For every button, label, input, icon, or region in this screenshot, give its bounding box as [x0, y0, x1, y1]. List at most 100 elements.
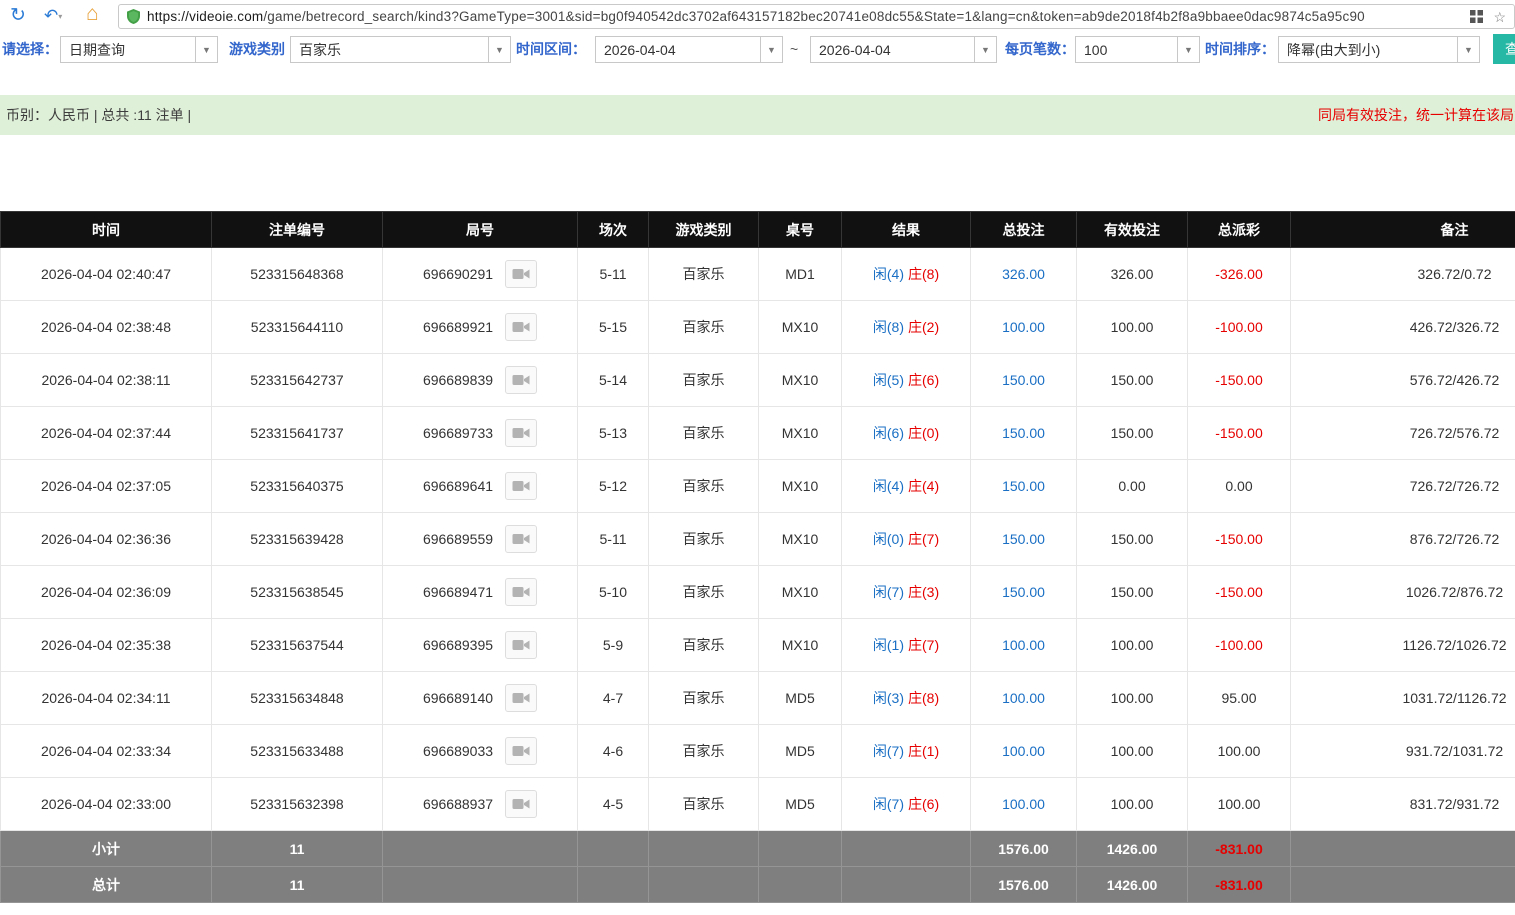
cell-round: 696689033 — [382, 724, 578, 778]
cell-total-bet: 326.00 — [970, 247, 1077, 301]
cell-total-bet: 150.00 — [970, 459, 1077, 513]
cell-bet-id: 523315633488 — [211, 724, 383, 778]
cell-total-bet: 150.00 — [970, 353, 1077, 407]
video-camera-icon — [512, 375, 530, 385]
search-button[interactable]: 查询 — [1493, 34, 1515, 64]
cell-round: 696689839 — [382, 353, 578, 407]
cell-table-id: MX10 — [758, 512, 842, 566]
col-result: 结果 — [841, 211, 971, 248]
round-number: 696689559 — [422, 531, 494, 547]
filter-toolbar: 请选择： 日期查询 ▼ 游戏类别 百家乐 ▼ 时间区间： 2026-04-04 … — [0, 33, 1515, 75]
page-size-dropdown[interactable]: 100 ▼ — [1075, 36, 1200, 63]
video-replay-button[interactable] — [505, 419, 538, 447]
cell-note: 1031.72/1126.72 — [1290, 671, 1515, 725]
game-type-dropdown[interactable]: 百家乐 ▼ — [290, 36, 511, 63]
table-header-row: 时间 注单编号 局号 场次 游戏类别 桌号 结果 总投注 有效投注 总派彩 备注 — [0, 211, 1515, 248]
round-number: 696689641 — [422, 478, 494, 494]
cell-time: 2026-04-04 02:33:00 — [0, 777, 212, 831]
cell-payout: 100.00 — [1187, 724, 1291, 778]
video-replay-button[interactable] — [505, 525, 538, 553]
cell-time: 2026-04-04 02:36:36 — [0, 512, 212, 566]
date-from-picker[interactable]: 2026-04-04 ▼ — [595, 36, 783, 63]
sort-value: 降幂(由大到小) — [1287, 41, 1381, 58]
video-replay-button[interactable] — [505, 737, 538, 765]
cell-result: 闲(7) 庄(3) — [841, 565, 971, 619]
cell-total-bet: 150.00 — [970, 512, 1077, 566]
cell-note: 1026.72/876.72 — [1290, 565, 1515, 619]
result-player: 闲(1) — [872, 637, 904, 653]
reload-icon[interactable]: ↻ — [10, 4, 26, 27]
chevron-down-icon: ▼ — [1177, 37, 1199, 62]
empty-cell — [648, 830, 759, 867]
result-banker: 庄(8) — [908, 690, 940, 706]
cell-session: 5-14 — [577, 353, 649, 407]
round-number: 696689140 — [422, 690, 494, 706]
empty-cell — [382, 866, 578, 903]
bookmark-star-icon[interactable]: ☆ — [1493, 10, 1506, 24]
cell-total-bet: 100.00 — [970, 618, 1077, 672]
cell-table-id: MX10 — [758, 459, 842, 513]
apps-grid-icon[interactable] — [1470, 10, 1484, 23]
result-banker: 庄(7) — [908, 531, 940, 547]
sort-dropdown[interactable]: 降幂(由大到小) ▼ — [1278, 36, 1480, 63]
video-replay-button[interactable] — [505, 790, 538, 818]
video-replay-button[interactable] — [505, 578, 538, 606]
cell-table-id: MD5 — [758, 724, 842, 778]
query-type-dropdown[interactable]: 日期查询 ▼ — [60, 36, 218, 63]
video-replay-button[interactable] — [505, 631, 538, 659]
result-banker: 庄(6) — [908, 796, 940, 812]
subtotal-total-bet: 1576.00 — [970, 830, 1077, 867]
col-round: 局号 — [382, 211, 578, 248]
video-camera-icon — [512, 322, 530, 332]
browser-toolbar: ↻ ↶▾ ⌂ https://videoie.com/game/betrecor… — [0, 0, 1515, 33]
col-game-type: 游戏类别 — [648, 211, 759, 248]
result-player: 闲(7) — [872, 743, 904, 759]
video-replay-button[interactable] — [505, 684, 538, 712]
cell-total-bet: 100.00 — [970, 724, 1077, 778]
page-size-value: 100 — [1084, 41, 1108, 58]
cell-game-type: 百家乐 — [648, 565, 759, 619]
cell-time: 2026-04-04 02:38:11 — [0, 353, 212, 407]
chevron-down-icon: ▼ — [488, 37, 510, 62]
video-replay-button[interactable] — [505, 366, 538, 394]
cell-valid-bet: 0.00 — [1076, 459, 1188, 513]
security-shield-icon[interactable] — [127, 9, 140, 24]
video-camera-icon — [512, 481, 530, 491]
cell-round: 696689395 — [382, 618, 578, 672]
cell-table-id: MD1 — [758, 247, 842, 301]
result-player: 闲(4) — [872, 266, 904, 282]
undo-back-icon[interactable]: ↶▾ — [44, 6, 62, 26]
cell-note: 876.72/726.72 — [1290, 512, 1515, 566]
time-range-label: 时间区间： — [516, 41, 586, 57]
cell-table-id: MX10 — [758, 406, 842, 460]
notice-text: 同局有效投注，统一计算在该局第 — [1318, 107, 1515, 123]
cell-session: 4-6 — [577, 724, 649, 778]
home-icon[interactable]: ⌂ — [86, 2, 99, 26]
cell-session: 5-11 — [577, 512, 649, 566]
address-bar[interactable]: https://videoie.com/game/betrecord_searc… — [118, 4, 1515, 29]
empty-cell — [758, 866, 842, 903]
cell-payout: 95.00 — [1187, 671, 1291, 725]
cell-time: 2026-04-04 02:34:11 — [0, 671, 212, 725]
result-banker: 庄(8) — [908, 266, 940, 282]
cell-game-type: 百家乐 — [648, 618, 759, 672]
result-player: 闲(8) — [872, 319, 904, 335]
video-replay-button[interactable] — [505, 472, 538, 500]
result-player: 闲(7) — [872, 796, 904, 812]
total-payout: -831.00 — [1187, 866, 1291, 903]
result-banker: 庄(3) — [908, 584, 940, 600]
sort-label: 时间排序： — [1205, 41, 1275, 57]
chevron-down-icon: ▼ — [195, 37, 217, 62]
col-note: 备注 — [1290, 211, 1515, 248]
col-total-bet: 总投注 — [970, 211, 1077, 248]
cell-session: 5-9 — [577, 618, 649, 672]
cell-result: 闲(6) 庄(0) — [841, 406, 971, 460]
video-replay-button[interactable] — [505, 260, 538, 288]
cell-note: 726.72/726.72 — [1290, 459, 1515, 513]
video-replay-button[interactable] — [505, 313, 538, 341]
cell-payout: 100.00 — [1187, 777, 1291, 831]
date-to-picker[interactable]: 2026-04-04 ▼ — [810, 36, 997, 63]
cell-session: 4-5 — [577, 777, 649, 831]
cell-time: 2026-04-04 02:37:44 — [0, 406, 212, 460]
cell-time: 2026-04-04 02:35:38 — [0, 618, 212, 672]
